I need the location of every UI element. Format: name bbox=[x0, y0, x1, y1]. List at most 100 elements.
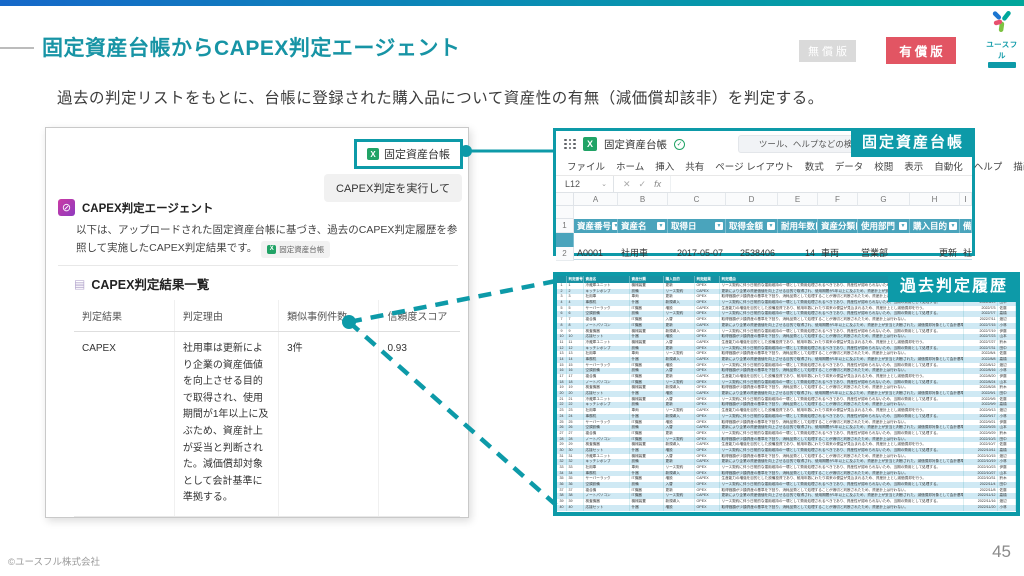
cell-name-box[interactable]: L12 ⌄ bbox=[556, 176, 614, 192]
excel-header-text: 購入目的 bbox=[913, 220, 947, 232]
column-letter[interactable]: A bbox=[574, 193, 618, 206]
filter-icon[interactable]: ▼ bbox=[949, 222, 957, 230]
excel-menu-item[interactable]: ヘルプ bbox=[974, 159, 1003, 173]
page-number: 45 bbox=[992, 542, 1011, 562]
footer-copyright: ©ユースフル株式会社 bbox=[8, 554, 100, 568]
filter-icon[interactable]: ▼ bbox=[657, 222, 665, 230]
divider bbox=[58, 265, 458, 266]
confidence-cell: 0.88 bbox=[379, 516, 460, 518]
waffle-icon[interactable] bbox=[564, 139, 576, 150]
slide-subtitle: 過去の判定リストをもとに、台帳に登録された購入品について資産性の有無（減価償却該… bbox=[57, 86, 1007, 108]
column-letter[interactable]: C bbox=[668, 193, 726, 206]
excel-cell[interactable]: 2538406 bbox=[726, 247, 778, 260]
excel-cell[interactable]: 社内移管 bbox=[960, 247, 972, 260]
filter-icon[interactable]: ▼ bbox=[715, 222, 723, 230]
excel-cell[interactable]: 2017-05-07 bbox=[668, 247, 726, 260]
column-letter-filler bbox=[556, 206, 574, 219]
excel-header-text: 資産番号 bbox=[577, 220, 611, 232]
excel-menu-item[interactable]: ファイル bbox=[567, 159, 605, 173]
inline-attachment-chip[interactable]: X固定資産台帳 bbox=[261, 241, 330, 258]
excel-cell[interactable]: 車両 bbox=[818, 247, 858, 260]
excel-header-text: 取得金額 bbox=[729, 220, 763, 232]
excel-menu-item[interactable]: 表示 bbox=[904, 159, 923, 173]
function-icon[interactable]: fx bbox=[654, 179, 661, 189]
excel-header-text: 使用部門 bbox=[861, 220, 895, 232]
history-cell: 小林 bbox=[998, 505, 1016, 511]
history-header-cell: 購入目的 bbox=[664, 276, 695, 283]
grid-corner bbox=[556, 193, 574, 206]
excel-cell[interactable]: 社用車 bbox=[618, 247, 668, 260]
excel-header-cell: 資産番号▼ bbox=[574, 219, 618, 233]
capex-agent-screenshot-panel: X 固定資産台帳 CAPEX判定を実行して ⊘ CAPEX判定エージェント 以下… bbox=[45, 127, 469, 518]
row-number[interactable]: 2 bbox=[556, 247, 574, 261]
reason-cell: 空調設備はリース契約に伴う日常的な運用維持の一環として費用処理されるべきであり、… bbox=[174, 516, 278, 518]
excel-menu-item[interactable]: データ bbox=[835, 159, 864, 173]
agent-header: ⊘ CAPEX判定エージェント bbox=[58, 199, 213, 216]
title-dash bbox=[0, 47, 34, 49]
name-box-value: L12 bbox=[565, 179, 580, 189]
excel-data-row: 2A0001社用車2017-05-07253840614車両営業部更新社内移管 bbox=[556, 247, 972, 274]
excel-header-cell: 資産名▼ bbox=[618, 219, 668, 233]
reason-col-header: 判定理由 bbox=[174, 300, 278, 332]
excel-cell[interactable]: A0001 bbox=[574, 247, 618, 260]
column-letter[interactable]: D bbox=[726, 193, 778, 206]
column-letter[interactable]: G bbox=[858, 193, 910, 206]
logo-pinwheel-icon bbox=[989, 8, 1015, 34]
history-cell: 増設 bbox=[664, 505, 695, 511]
cancel-icon[interactable]: ✕ bbox=[623, 179, 631, 190]
logo-badge bbox=[988, 62, 1016, 68]
column-letter[interactable]: B bbox=[618, 193, 668, 206]
column-letter[interactable]: F bbox=[818, 193, 858, 206]
column-letter[interactable]: H bbox=[910, 193, 960, 206]
history-header-cell: 判定結果 bbox=[695, 276, 720, 283]
history-header-cell: 判定番号 bbox=[567, 276, 584, 283]
excel-menu-row: ファイルホーム挿入共有ページ レイアウト数式データ校閲表示自動化ヘルプ描画 bbox=[556, 157, 972, 176]
excel-header-cell: 購入目的▼ bbox=[910, 219, 960, 233]
paid-version-badge[interactable]: 有償版 bbox=[886, 37, 956, 64]
similar-cases-col-header: 類似事例件数 bbox=[279, 300, 379, 332]
excel-header-text: 耐用年数 bbox=[781, 220, 815, 232]
excel-menu-item[interactable]: 描画 bbox=[1013, 159, 1024, 173]
history-cell: 取得価額が少額資産の基準を下回り、消耗品費として処理することが適切と判断されたた… bbox=[720, 505, 964, 511]
excel-menu-item[interactable]: 校閲 bbox=[874, 159, 893, 173]
workbook-name[interactable]: 固定資産台帳 bbox=[604, 137, 667, 152]
reason-cell: 社用車は更新により企業の資産価値を向上させる目的で取得され、使用期間が1年以上に… bbox=[174, 332, 278, 517]
excel-cell[interactable]: 14 bbox=[778, 247, 818, 260]
excel-header-cell: 使用部門 ▼ bbox=[858, 219, 910, 233]
filter-icon[interactable]: ▼ bbox=[767, 222, 775, 230]
excel-header-cell: 取得金額 ▼ bbox=[726, 219, 778, 233]
similar-cases-cell: 2件 bbox=[279, 516, 379, 518]
column-letter[interactable]: I bbox=[960, 193, 972, 206]
excel-menu-item[interactable]: ページ レイアウト bbox=[715, 159, 793, 173]
excel-panel-label: 固定資産台帳 bbox=[851, 128, 975, 157]
top-accent-bar bbox=[0, 0, 1024, 6]
list-icon: ▤ bbox=[74, 277, 85, 291]
row-number[interactable]: 1 bbox=[556, 219, 574, 233]
excel-cell[interactable]: 営業部 bbox=[858, 247, 910, 260]
history-header-cell: 資産名 bbox=[584, 276, 630, 283]
logo-text: ユースフル bbox=[983, 39, 1021, 61]
formula-bar-icons: ✕ ✓ fx bbox=[614, 176, 671, 192]
excel-menu-item[interactable]: 数式 bbox=[805, 159, 824, 173]
excel-cell[interactable]: 更新 bbox=[910, 247, 960, 260]
free-version-badge[interactable]: 無償版 bbox=[799, 40, 856, 62]
history-panel-label: 過去判定履歴 bbox=[888, 272, 1020, 302]
filter-icon[interactable]: ▼ bbox=[899, 222, 907, 230]
attachment-chip-highlight[interactable]: X 固定資産台帳 bbox=[354, 139, 463, 169]
agent-icon: ⊘ bbox=[58, 199, 75, 216]
excel-header-cell: 耐用年数▼ bbox=[778, 219, 818, 233]
excel-menu-item[interactable]: ホーム bbox=[616, 159, 644, 173]
user-message-bubble: CAPEX判定を実行して bbox=[324, 174, 462, 202]
history-row: 4040応接セット什器増設OPEX取得価額が少額資産の基準を下回り、消耗品費とし… bbox=[557, 505, 1016, 511]
enter-icon[interactable]: ✓ bbox=[639, 179, 647, 190]
past-judgement-history-screenshot-panel: 過去判定履歴 判定番号資産名資産分類購入目的判定結果判定理由判定日判定者11冷蔵… bbox=[553, 272, 1020, 516]
result-cell: CAPEX bbox=[74, 332, 174, 517]
history-cell: OPEX bbox=[695, 505, 720, 511]
excel-app-icon: X bbox=[583, 137, 597, 151]
excel-file-icon: X bbox=[267, 245, 276, 254]
excel-menu-item[interactable]: 挿入 bbox=[655, 159, 674, 173]
excel-menu-item[interactable]: 自動化 bbox=[934, 159, 963, 173]
excel-header-filler bbox=[556, 233, 574, 247]
column-letter[interactable]: E bbox=[778, 193, 818, 206]
excel-menu-item[interactable]: 共有 bbox=[685, 159, 704, 173]
